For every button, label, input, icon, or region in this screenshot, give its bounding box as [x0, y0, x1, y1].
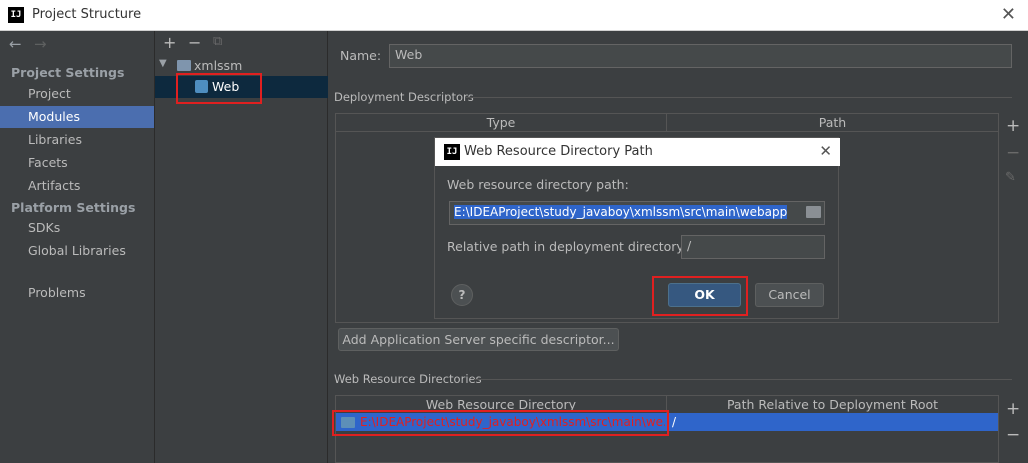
highlight-box-ok	[652, 276, 748, 316]
project-settings-header: Project Settings	[11, 65, 125, 80]
relative-path-input[interactable]: /	[681, 235, 825, 259]
add-directory-icon[interactable]: +	[1006, 399, 1020, 419]
nav-item-libraries[interactable]: Libraries	[0, 129, 154, 151]
column-header-path[interactable]: Path	[667, 114, 998, 132]
remove-directory-icon[interactable]: −	[1006, 425, 1020, 445]
edit-descriptor-icon: ✎	[1005, 170, 1016, 185]
web-facet-icon	[195, 80, 208, 93]
path-label: Web resource directory path:	[447, 177, 629, 192]
close-icon[interactable]: ✕	[1001, 4, 1016, 25]
dialog-titlebar: IJ Web Resource Directory Path ✕	[435, 138, 840, 166]
back-arrow-icon[interactable]: ←	[9, 35, 22, 53]
web-resource-directory-dialog: IJ Web Resource Directory Path ✕ Web res…	[434, 137, 840, 319]
add-server-descriptor-button[interactable]: Add Application Server specific descript…	[338, 328, 619, 351]
add-descriptor-icon[interactable]: +	[1006, 116, 1020, 136]
browse-folder-icon[interactable]	[806, 206, 821, 218]
window-titlebar: IJ Project Structure ✕	[0, 0, 1028, 31]
name-input[interactable]: Web	[389, 44, 1012, 68]
path-input-value: E:\IDEAProject\study_javaboy\xmlssm\src\…	[454, 205, 788, 219]
highlight-box-directory	[332, 410, 669, 436]
nav-item-facets[interactable]: Facets	[0, 152, 154, 174]
deployment-descriptors-header: Deployment Descriptors	[334, 90, 474, 104]
relative-path-label: Relative path in deployment directory:	[447, 239, 688, 254]
settings-nav: ← → Project Settings Project Modules Lib…	[0, 31, 154, 463]
window-title: Project Structure	[32, 7, 142, 22]
add-module-icon[interactable]: +	[163, 33, 176, 52]
tree-item-web-label: Web	[212, 79, 240, 94]
nav-item-artifacts[interactable]: Artifacts	[0, 175, 154, 197]
column-header-type[interactable]: Type	[336, 114, 667, 132]
platform-settings-header: Platform Settings	[11, 200, 136, 215]
nav-item-global-libraries[interactable]: Global Libraries	[0, 240, 154, 262]
module-folder-icon	[177, 60, 191, 71]
remove-module-icon[interactable]: −	[188, 33, 201, 52]
nav-item-modules[interactable]: Modules	[0, 106, 154, 128]
column-header-relative-path[interactable]: Path Relative to Deployment Root	[667, 396, 998, 414]
help-icon[interactable]: ?	[451, 284, 473, 306]
nav-item-sdks[interactable]: SDKs	[0, 217, 154, 239]
web-resource-directories-header: Web Resource Directories	[334, 372, 482, 386]
remove-descriptor-icon: −	[1006, 143, 1021, 163]
expand-triangle-icon[interactable]: ▼	[159, 58, 167, 69]
path-input[interactable]: E:\IDEAProject\study_javaboy\xmlssm\src\…	[449, 201, 825, 225]
relative-path-cell[interactable]: /	[672, 414, 676, 430]
forward-arrow-icon: →	[34, 35, 47, 53]
nav-item-project[interactable]: Project	[0, 83, 154, 105]
dialog-title: Web Resource Directory Path	[464, 144, 653, 159]
name-label: Name:	[340, 48, 382, 63]
intellij-logo-icon: IJ	[8, 7, 24, 23]
copy-module-icon: ⧉	[213, 34, 223, 49]
section-divider	[474, 379, 1012, 380]
nav-item-problems[interactable]: Problems	[0, 282, 154, 304]
section-divider	[466, 97, 1012, 98]
dialog-close-icon[interactable]: ✕	[819, 142, 832, 160]
cancel-button[interactable]: Cancel	[755, 283, 824, 307]
tree-item-xmlssm[interactable]: xmlssm	[194, 58, 242, 73]
intellij-logo-icon: IJ	[444, 144, 460, 160]
